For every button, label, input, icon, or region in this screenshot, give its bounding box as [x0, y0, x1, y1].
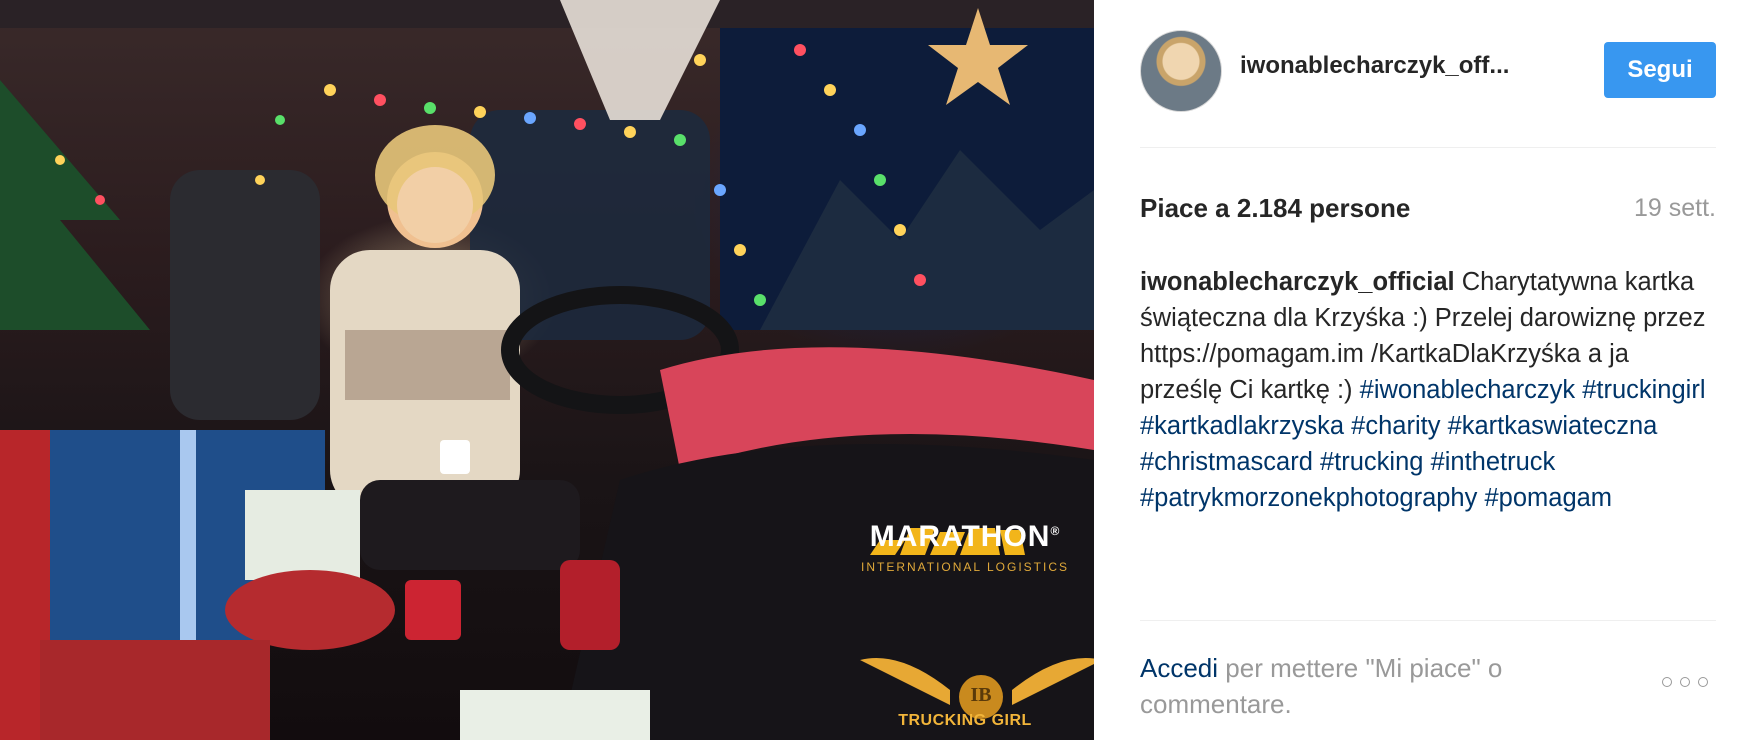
photo-illustration [0, 0, 1094, 740]
marathon-logo: MARATHON® INTERNATIONAL LOGISTICS [850, 520, 1080, 574]
more-options-button[interactable] [1662, 672, 1722, 692]
dot-icon [1680, 677, 1690, 687]
hashtag-link[interactable]: #christmascard [1140, 448, 1313, 476]
hashtag-link[interactable]: #inthetruck [1431, 448, 1556, 476]
post-photo[interactable]: MARATHON® INTERNATIONAL LOGISTICS IB TRU… [0, 0, 1094, 740]
post-date[interactable]: 19 sett. [1634, 194, 1716, 223]
hashtag-link[interactable]: #iwonablecharczyk [1360, 376, 1575, 404]
brand-name: MARATHON [869, 520, 1051, 553]
header-divider [1140, 147, 1716, 148]
username-link[interactable]: iwonablecharczyk_off... [1240, 52, 1560, 80]
badge-initials: IB [970, 684, 992, 706]
likes-count[interactable]: Piace a 2.184 persone [1140, 193, 1410, 224]
hashtag-link[interactable]: #kartkaswiateczna [1448, 412, 1658, 440]
login-link[interactable]: Accedi [1140, 653, 1218, 683]
avatar[interactable] [1140, 30, 1222, 112]
registered-mark: ® [1050, 524, 1061, 538]
trucking-girl-label: TRUCKING GIRL [898, 712, 1032, 729]
hashtag-link[interactable]: #trucking [1320, 448, 1423, 476]
dot-icon [1662, 677, 1672, 687]
post-info-panel: iwonablecharczyk_off... Segui Piace a 2.… [1094, 0, 1754, 740]
caption: iwonablecharczyk_official Charytatywna k… [1140, 264, 1716, 614]
hashtag-link[interactable]: #patrykmorzonekphotography [1140, 484, 1477, 512]
follow-button[interactable]: Segui [1604, 42, 1716, 98]
dot-icon [1698, 677, 1708, 687]
hashtag-link[interactable]: #kartkadlakrzyska [1140, 412, 1344, 440]
hashtag-link[interactable]: #truckingirl [1582, 376, 1705, 404]
hashtag-link[interactable]: #pomagam [1484, 484, 1612, 512]
brand-subtitle: INTERNATIONAL LOGISTICS [860, 560, 1070, 574]
login-prompt: Accedi per mettere "Mi piace" o commenta… [1140, 650, 1640, 722]
caption-author-link[interactable]: iwonablecharczyk_official [1140, 268, 1455, 296]
caption-divider [1140, 620, 1716, 621]
hashtag-link[interactable]: #charity [1351, 412, 1440, 440]
